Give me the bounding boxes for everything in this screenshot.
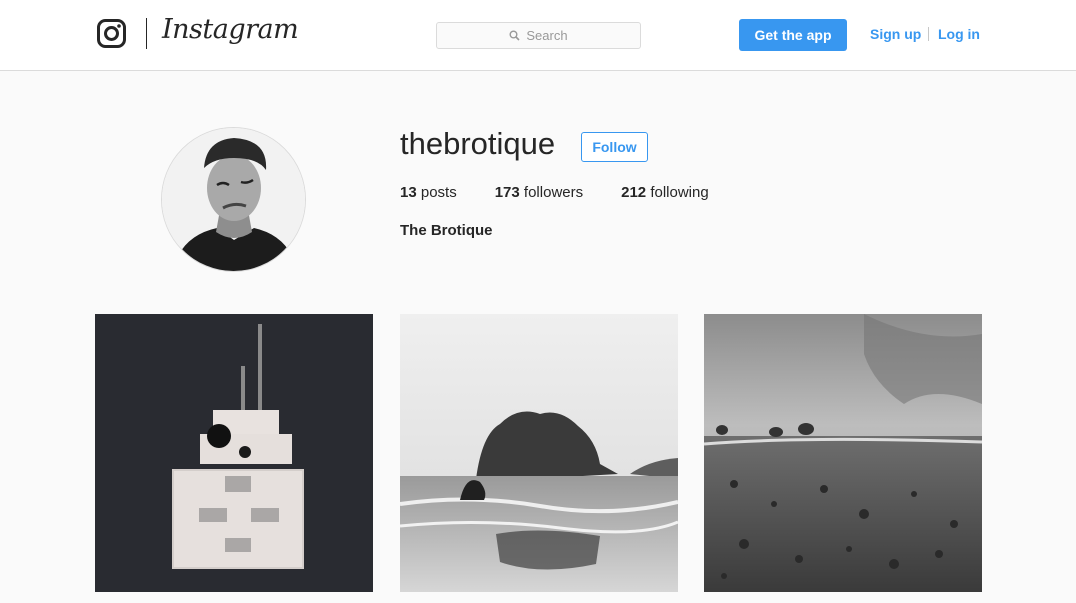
top-navigation-bar: Instagram Search Get the app Sign up Log…	[0, 0, 1076, 71]
posts-label: posts	[420, 184, 457, 201]
follow-button[interactable]: Follow	[581, 132, 648, 162]
post-thumbnail-foggy-island[interactable]	[400, 314, 678, 592]
following-count: 212	[621, 184, 647, 201]
profile-full-name: The Brotique	[400, 222, 493, 239]
followers-label: followers	[523, 184, 584, 201]
profile-username: thebrotique	[400, 126, 556, 161]
following-stat[interactable]: 212 following	[621, 184, 709, 201]
logo-divider	[146, 18, 147, 49]
log-in-link[interactable]: Log in	[938, 26, 980, 42]
avatar-photo	[162, 128, 305, 271]
profile-stats: 13 posts 173 followers 212 following	[400, 184, 747, 201]
auth-divider	[928, 27, 929, 41]
profile-avatar[interactable]	[161, 127, 306, 272]
search-placeholder: Search	[526, 28, 568, 43]
get-the-app-button[interactable]: Get the app	[739, 19, 847, 51]
followers-stat[interactable]: 173 followers	[495, 184, 583, 201]
post-thumbnail-lego-robot[interactable]	[95, 314, 373, 592]
search-input[interactable]: Search	[436, 22, 641, 49]
search-icon	[509, 30, 520, 41]
post-image	[95, 314, 373, 592]
post-image	[400, 314, 678, 592]
sign-up-link[interactable]: Sign up	[870, 26, 921, 42]
post-thumbnail-rocky-shore[interactable]	[704, 314, 982, 592]
instagram-camera-icon[interactable]	[97, 19, 126, 48]
post-image	[704, 314, 982, 592]
followers-count: 173	[494, 184, 520, 201]
instagram-wordmark-logo[interactable]: Instagram	[162, 14, 299, 45]
following-label: following	[650, 184, 709, 201]
posts-count: 13	[400, 184, 417, 201]
posts-stat: 13 posts	[400, 184, 457, 201]
